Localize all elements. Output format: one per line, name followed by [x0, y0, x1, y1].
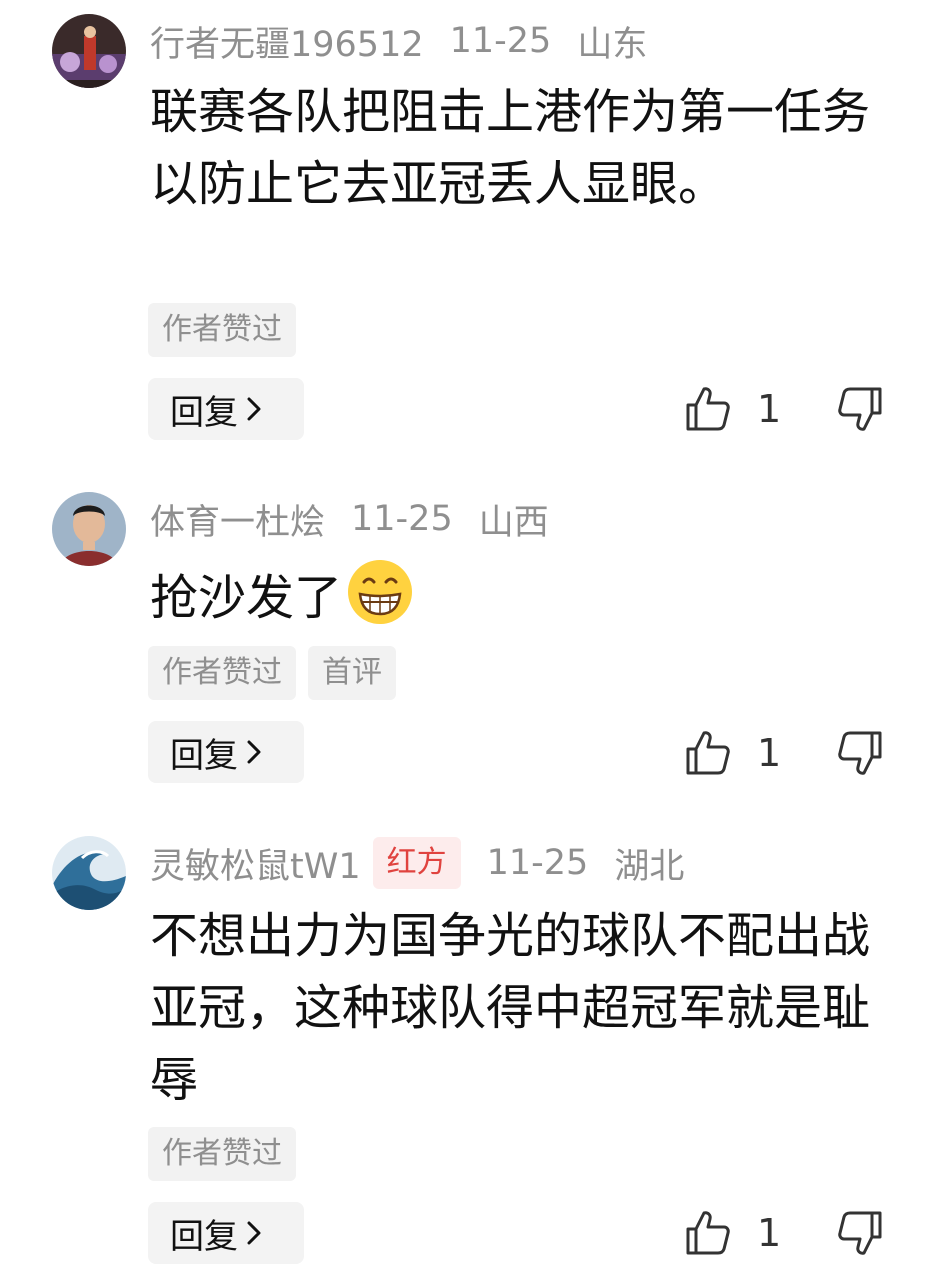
comment-location: 湖北: [614, 846, 685, 887]
like-count: 1: [757, 731, 782, 775]
like-count: 1: [757, 1211, 782, 1255]
avatar[interactable]: [52, 14, 126, 88]
username[interactable]: 行者无疆196512: [150, 16, 424, 67]
comment-text: 抢沙发了: [150, 570, 343, 626]
thumbs-up-icon[interactable]: [683, 384, 733, 434]
like-count: 1: [757, 387, 782, 431]
comment-date: 11-25: [351, 499, 453, 539]
username[interactable]: 体育一杜烩: [150, 494, 325, 545]
chevron-right-icon: [247, 1221, 261, 1245]
reply-label: 回复: [170, 1216, 238, 1257]
comment-location: 山西: [478, 502, 549, 543]
author-liked-badge: 作者赞过: [148, 1127, 296, 1181]
thumbs-down-icon[interactable]: [835, 728, 885, 778]
reply-button[interactable]: 回复: [148, 378, 304, 440]
team-tag: 红方: [372, 837, 461, 889]
comment-date: 11-25: [486, 843, 589, 883]
comment-meta: 灵敏松鼠tW1 红方 11-25 湖北: [150, 837, 685, 889]
comment-meta: 行者无疆196512 11-25 山东: [150, 16, 647, 66]
comment-item: 行者无疆196512 11-25 山东 联赛各队把阻击上港作为第一任务以防止它去…: [0, 0, 945, 470]
vote-actions: 1: [683, 1208, 885, 1258]
reply-button[interactable]: 回复: [148, 721, 304, 783]
comment-date: 11-25: [449, 21, 552, 61]
reply-label: 回复: [170, 392, 238, 433]
thumbs-up-icon[interactable]: [683, 728, 733, 778]
comment-meta: 体育一杜烩 11-25 山西: [150, 494, 549, 544]
vote-actions: 1: [683, 728, 885, 778]
comment-text: 不想出力为国争光的球队不配出战亚冠，这种球队得中超冠军就是耻辱: [150, 908, 871, 1108]
thumbs-down-icon[interactable]: [835, 1208, 885, 1258]
comment-location: 山东: [577, 24, 648, 65]
grinning-face-emoji-icon: [348, 560, 413, 624]
author-liked-badge: 作者赞过: [148, 646, 296, 700]
reply-label: 回复: [170, 735, 238, 776]
vote-actions: 1: [683, 384, 885, 434]
username[interactable]: 灵敏松鼠tW1: [150, 838, 361, 889]
avatar[interactable]: [52, 836, 126, 910]
chevron-right-icon: [247, 397, 261, 421]
comment-item: 灵敏松鼠tW1 红方 11-25 湖北 不想出力为国争光的球队不配出战亚冠，这种…: [0, 822, 945, 1282]
comment-text-line: 抢沙发了: [150, 558, 890, 634]
chevron-right-icon: [247, 740, 261, 764]
portrait-photo-avatar-icon: [52, 492, 126, 566]
avatar[interactable]: [52, 492, 126, 566]
comment-text: 联赛各队把阻击上港作为第一任务以防止它去亚冠丢人显眼。: [150, 84, 871, 212]
badge-row: 作者赞过: [148, 303, 296, 357]
comment-item: 体育一杜烩 11-25 山西 抢沙发了 作者赞过 首评 回复 1: [0, 478, 945, 808]
thumbs-up-icon[interactable]: [683, 1208, 733, 1258]
thumbs-down-icon[interactable]: [835, 384, 885, 434]
reply-button[interactable]: 回复: [148, 1202, 304, 1264]
badge-row: 作者赞过: [148, 1127, 296, 1181]
badge-row: 作者赞过 首评: [148, 646, 396, 700]
first-comment-badge: 首评: [308, 646, 396, 700]
performer-photo-avatar-icon: [52, 14, 126, 88]
author-liked-badge: 作者赞过: [148, 303, 296, 357]
ocean-wave-avatar-icon: [52, 836, 126, 910]
